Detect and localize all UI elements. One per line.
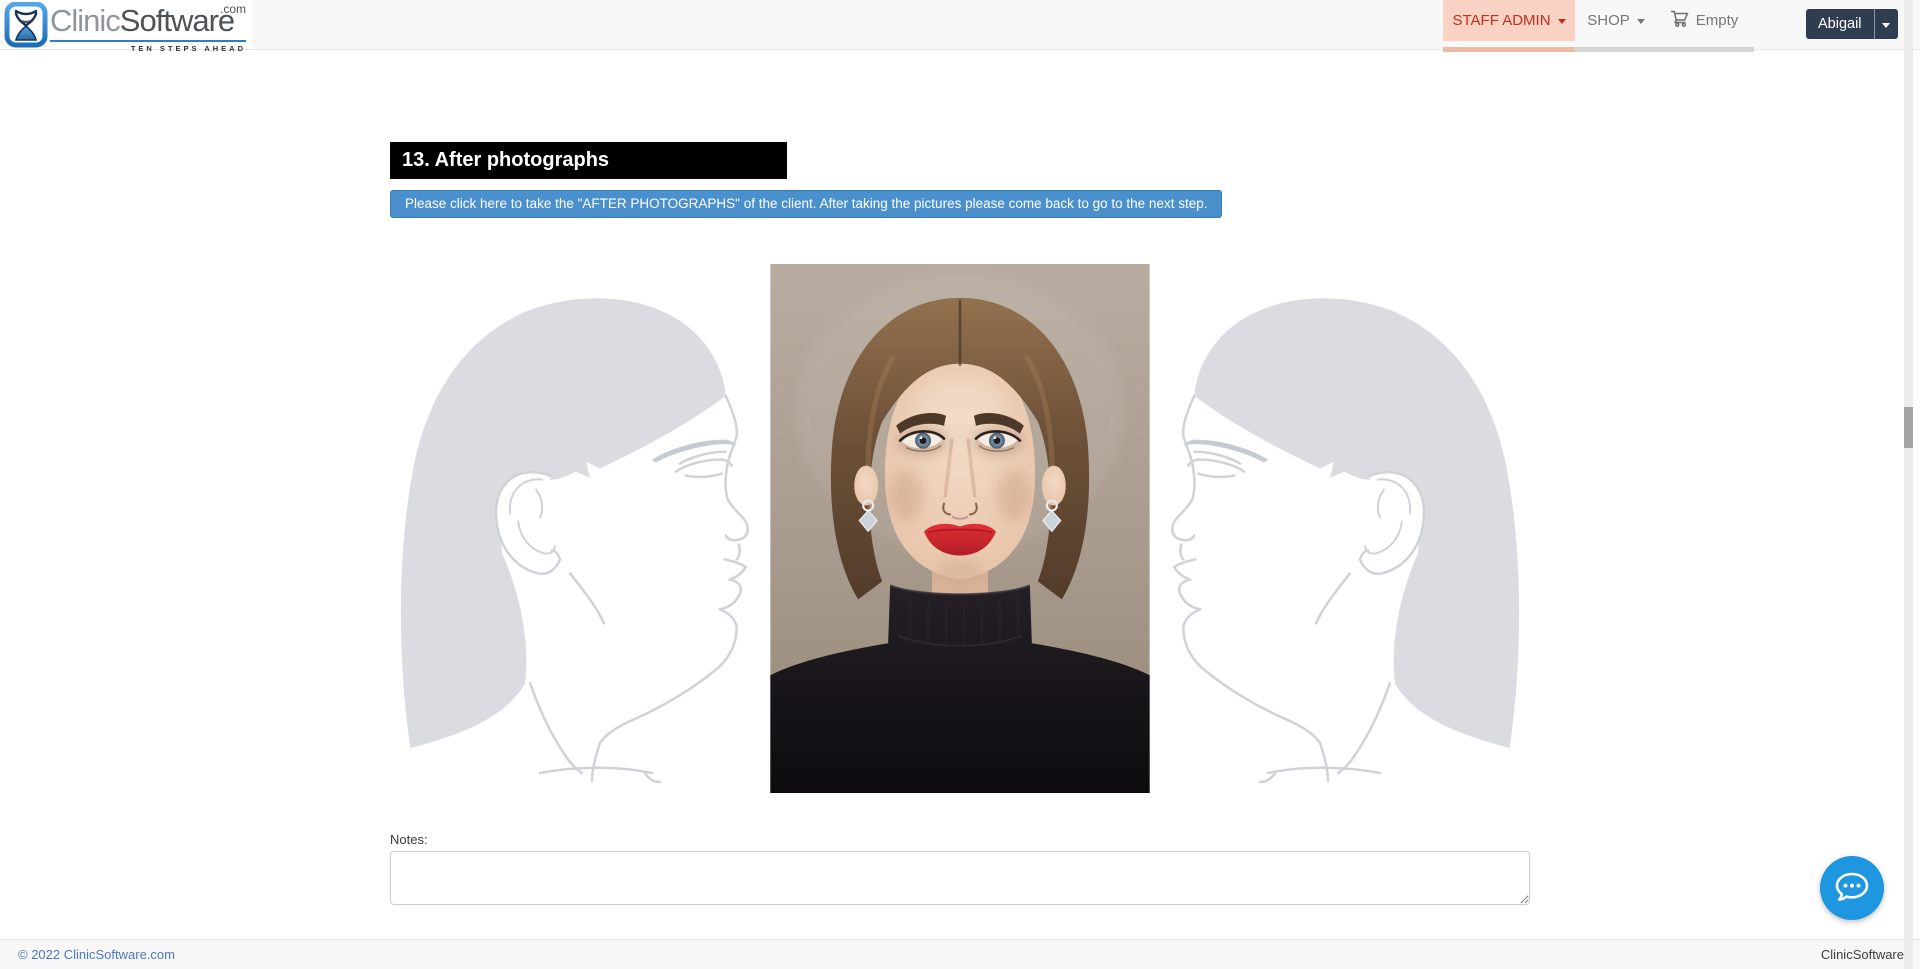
user-split-button: Abigail xyxy=(1806,9,1898,39)
caret-down-icon xyxy=(1882,23,1890,28)
notes-label: Notes: xyxy=(390,832,428,847)
shop-label: SHOP xyxy=(1587,12,1630,29)
logo-text-software: Software xyxy=(120,3,234,38)
scrollbar-thumb[interactable] xyxy=(1904,407,1913,448)
section-title: 13. After photographs xyxy=(390,142,787,179)
top-navbar: ClinicSoftware .com TEN STEPS AHEAD STAF… xyxy=(0,0,1920,50)
logo-underline xyxy=(50,40,246,42)
right-profile-placeholder-image xyxy=(1150,264,1530,793)
cart-icon xyxy=(1670,10,1689,31)
left-profile-placeholder-image xyxy=(390,264,770,793)
copyright-link[interactable]: © 2022 ClinicSoftware.com xyxy=(18,947,175,962)
active-tab-underline xyxy=(1443,47,1575,52)
nav-item-shop[interactable]: SHOP xyxy=(1583,0,1649,41)
footer-brand-label: ClinicSoftware xyxy=(1821,947,1904,962)
cart-status-label: Empty xyxy=(1696,12,1739,29)
page-footer: © 2022 ClinicSoftware.com ClinicSoftware xyxy=(0,939,1920,969)
page-scrollbar[interactable] xyxy=(1904,0,1913,969)
logo-tld: .com xyxy=(220,2,246,16)
logo-wordmark: ClinicSoftware .com TEN STEPS AHEAD xyxy=(50,6,248,48)
nav-item-staff-admin[interactable]: STAFF ADMIN xyxy=(1443,0,1575,41)
client-after-photo xyxy=(770,264,1150,793)
take-after-photographs-button[interactable]: Please click here to take the "AFTER PHO… xyxy=(390,190,1222,218)
notes-textarea[interactable] xyxy=(390,851,1530,905)
caret-down-icon xyxy=(1558,19,1566,24)
user-name-label: Abigail xyxy=(1818,16,1862,32)
caret-down-icon xyxy=(1637,19,1645,24)
staff-admin-label: STAFF ADMIN xyxy=(1452,12,1550,29)
photographs-area xyxy=(390,264,1530,793)
user-button[interactable]: Abigail xyxy=(1806,9,1874,39)
nav-item-cart[interactable]: Empty xyxy=(1659,0,1749,41)
clinicsoftware-logo[interactable]: ClinicSoftware .com TEN STEPS AHEAD xyxy=(0,0,252,49)
logo-text-clinic: Clinic xyxy=(50,3,120,38)
chat-bubble-icon xyxy=(1833,868,1871,909)
nav-scrollbar-track xyxy=(1575,47,1754,52)
hourglass-logo-icon xyxy=(4,2,48,53)
user-menu-toggle[interactable] xyxy=(1874,9,1898,39)
chat-widget-button[interactable] xyxy=(1820,856,1884,920)
logo-tagline: TEN STEPS AHEAD xyxy=(131,44,246,53)
